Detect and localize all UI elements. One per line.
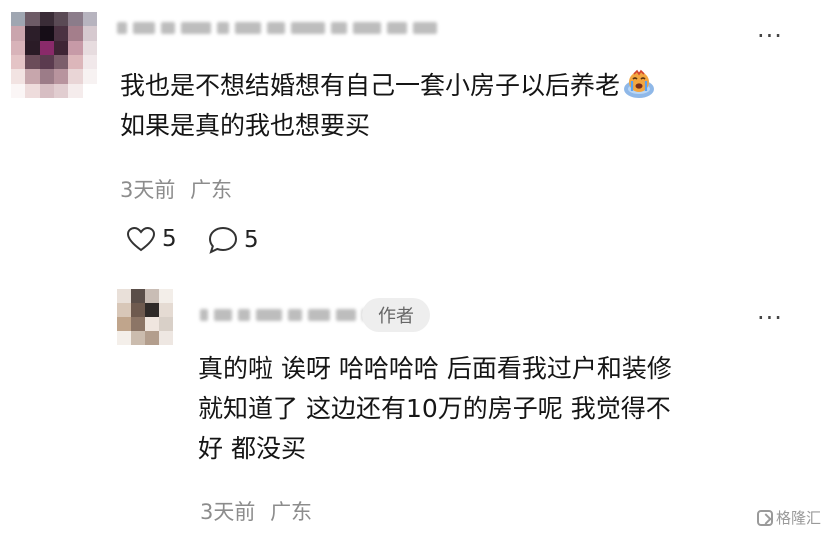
avatar-pixel: [39, 12, 54, 27]
avatar-pixel: [11, 83, 26, 98]
avatar-pixel: [53, 83, 69, 98]
avatar-pixel: [159, 331, 173, 345]
avatar-pixel: [117, 303, 131, 317]
avatar-pixel: [53, 69, 69, 84]
author-badge: 作者: [362, 298, 430, 332]
avatar-pixel: [68, 12, 83, 27]
reply-more-options-icon[interactable]: ···: [757, 306, 783, 330]
watermark-logo-icon: [756, 509, 773, 526]
avatar-pixel: [131, 331, 145, 345]
avatar-pixel: [39, 69, 54, 84]
like-count: 5: [162, 226, 177, 252]
comment-bubble-icon: [208, 226, 238, 254]
avatar-pixel: [11, 54, 26, 70]
avatar-pixel: [11, 40, 26, 55]
avatar-pixel: [68, 69, 83, 84]
reply-location: 广东: [270, 500, 313, 524]
avatar-pixel: [145, 303, 159, 317]
comment-text: 我也是不想结婚想有自己一套小房子以后养老 如果是真的我也想要买: [120, 66, 656, 146]
avatar-pixel: [68, 40, 83, 55]
avatar-pixel: [145, 317, 159, 331]
comment-meta: 3天前 广东: [120, 174, 232, 204]
avatar-pixel: [11, 26, 26, 41]
avatar-pixel: [145, 289, 159, 303]
avatar-pixel: [117, 289, 131, 303]
avatar-pixel: [53, 26, 69, 41]
avatar-pixel: [82, 12, 97, 27]
avatar-pixel: [145, 331, 159, 345]
reply-line-3: 好 都没买: [198, 434, 306, 463]
avatar-pixel: [68, 83, 83, 98]
reply-avatar[interactable]: [117, 289, 173, 345]
avatar-pixel: [53, 54, 69, 70]
reply-username-blurred[interactable]: [200, 309, 378, 321]
avatar-pixel: [25, 69, 40, 84]
watermark: 格隆汇: [756, 507, 821, 528]
avatar-pixel: [68, 26, 83, 41]
reply-line-1: 真的啦 诶呀 哈哈哈哈 后面看我过户和装修: [198, 354, 672, 383]
watermark-text: 格隆汇: [775, 509, 821, 527]
avatar-pixel: [25, 83, 40, 98]
avatar-pixel: [82, 26, 97, 41]
avatar-pixel: [131, 289, 145, 303]
avatar-pixel: [82, 40, 97, 55]
avatar-pixel: [159, 317, 173, 331]
avatar-pixel: [159, 303, 173, 317]
avatar-pixel: [25, 40, 40, 55]
avatar-pixel: [117, 331, 131, 345]
avatar-pixel: [131, 303, 145, 317]
reply-text: 真的啦 诶呀 哈哈哈哈 后面看我过户和装修 就知道了 这边还有10万的房子呢 我…: [198, 349, 798, 469]
reply-line-2: 就知道了 这边还有10万的房子呢 我觉得不: [198, 394, 671, 423]
crying-face-emoji-icon: [624, 69, 655, 98]
avatar-pixel: [117, 317, 131, 331]
avatar-pixel: [68, 54, 83, 70]
avatar-pixel: [39, 83, 54, 98]
avatar-pixel: [159, 289, 173, 303]
heart-icon: [126, 226, 156, 252]
reply-time: 3天前: [200, 500, 256, 524]
avatar[interactable]: [11, 12, 97, 98]
avatar-pixel: [39, 26, 54, 41]
avatar-pixel: [53, 40, 69, 55]
avatar-pixel: [39, 40, 54, 55]
username-blurred[interactable]: [117, 22, 437, 34]
avatar-pixel: [39, 54, 54, 70]
like-button[interactable]: 5: [126, 226, 177, 252]
avatar-pixel: [82, 83, 97, 98]
comment-time: 3天前: [120, 178, 176, 202]
comment-line-1: 我也是不想结婚想有自己一套小房子以后养老: [120, 71, 621, 100]
reply-meta: 3天前 广东: [200, 496, 312, 526]
avatar-pixel: [82, 54, 97, 70]
comment-location: 广东: [190, 178, 233, 202]
avatar-pixel: [53, 12, 69, 27]
avatar-pixel: [11, 12, 26, 27]
reply-button[interactable]: 5: [208, 226, 259, 254]
avatar-pixel: [82, 69, 97, 84]
avatar-pixel: [131, 317, 145, 331]
comment-line-2: 如果是真的我也想要买: [120, 111, 371, 140]
avatar-pixel: [25, 12, 40, 27]
avatar-pixel: [11, 69, 26, 84]
avatar-pixel: [25, 26, 40, 41]
reply-count: 5: [244, 227, 259, 253]
more-options-icon[interactable]: ···: [757, 24, 783, 48]
avatar-pixel: [25, 54, 40, 70]
